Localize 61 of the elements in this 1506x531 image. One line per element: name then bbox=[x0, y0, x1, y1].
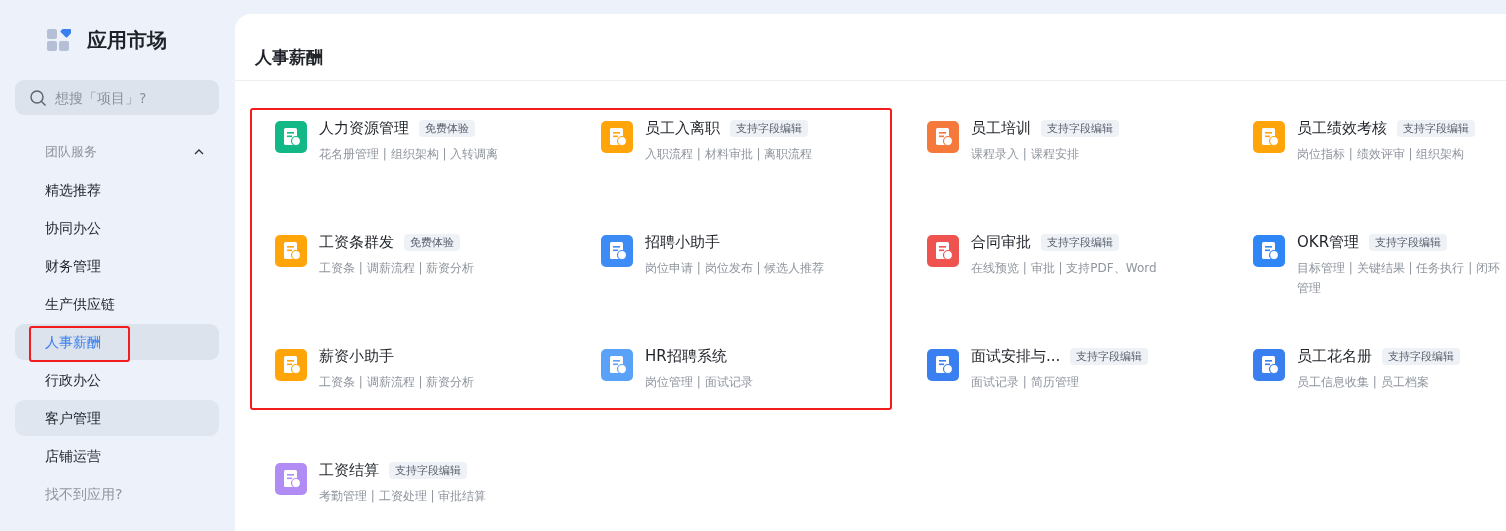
app-name[interactable]: OKR管理 bbox=[1297, 233, 1360, 252]
app-name[interactable]: 面试安排与... bbox=[971, 347, 1061, 366]
app-icon[interactable] bbox=[275, 463, 307, 495]
app-name[interactable]: 员工绩效考核 bbox=[1297, 119, 1387, 138]
app-icon[interactable] bbox=[601, 121, 633, 153]
app-description: 岗位申请 | 岗位发布 | 候选人推荐 bbox=[645, 260, 825, 277]
app-icon[interactable] bbox=[927, 349, 959, 381]
app-tag: 支持字段编辑 bbox=[1041, 120, 1119, 137]
app-description: 岗位管理 | 面试记录 bbox=[645, 374, 753, 391]
app-icon[interactable] bbox=[927, 235, 959, 267]
app-icon[interactable] bbox=[275, 349, 307, 381]
app-tag: 支持字段编辑 bbox=[1070, 348, 1149, 365]
app-tag: 支持字段编辑 bbox=[1397, 120, 1475, 137]
app-description: 入职流程 | 材料审批 | 离职流程 bbox=[645, 146, 813, 163]
app-description: 岗位指标 | 绩效评审 | 组织架构 bbox=[1297, 146, 1466, 163]
app-description: 花名册管理 | 组织架构 | 入转调离 bbox=[319, 146, 499, 163]
app-name[interactable]: 员工入离职 bbox=[645, 119, 720, 138]
section-title: 人事薪酬 bbox=[235, 14, 1506, 81]
app-name[interactable]: HR招聘系统 bbox=[645, 347, 727, 366]
app-name[interactable]: 工资条群发 bbox=[319, 233, 394, 252]
app-name[interactable]: 工资结算 bbox=[319, 461, 379, 480]
logo-icon bbox=[47, 29, 71, 51]
app-tag: 支持字段编辑 bbox=[1382, 348, 1460, 365]
app-name[interactable]: 员工培训 bbox=[971, 119, 1031, 138]
app-icon[interactable] bbox=[1253, 121, 1285, 153]
app-tag: 支持字段编辑 bbox=[1041, 234, 1119, 251]
app-icon[interactable] bbox=[1253, 349, 1285, 381]
sidebar-item[interactable]: 客户管理 bbox=[15, 400, 219, 436]
app-name[interactable]: 合同审批 bbox=[971, 233, 1031, 252]
sidebar-item[interactable]: 店铺运营 bbox=[15, 438, 219, 474]
sidebar-item[interactable]: 生产供应链 bbox=[15, 286, 219, 322]
app-name[interactable]: 人力资源管理 bbox=[319, 119, 409, 138]
sidebar-item[interactable]: 协同办公 bbox=[15, 210, 219, 246]
sidebar-item[interactable]: 精选推荐 bbox=[15, 172, 219, 208]
app-description: 工资条 | 调薪流程 | 薪资分析 bbox=[319, 374, 475, 391]
app-name[interactable]: 薪资小助手 bbox=[319, 347, 394, 366]
app-icon[interactable] bbox=[275, 235, 307, 267]
app-icon[interactable] bbox=[601, 349, 633, 381]
sidebar-item[interactable]: 行政办公 bbox=[15, 362, 219, 398]
app-name[interactable]: 员工花名册 bbox=[1297, 347, 1372, 366]
app-title: 应用市场 bbox=[87, 26, 167, 54]
app-icon[interactable] bbox=[601, 235, 633, 267]
app-description: 在线预览 | 审批 | 支持PDF、Word bbox=[971, 260, 1157, 277]
app-tag: 支持字段编辑 bbox=[1369, 234, 1448, 251]
app-tag: 支持字段编辑 bbox=[730, 120, 808, 137]
search-field[interactable]: 想搜「项目」? bbox=[15, 80, 219, 115]
app-tag: 免费体验 bbox=[419, 120, 475, 137]
app-description: 面试记录 | 简历管理 bbox=[971, 374, 1080, 391]
app-description: 目标管理 | 关键结果 | 任务执行 | 闭环管理 bbox=[1297, 260, 1501, 297]
app-description: 课程录入 | 课程安排 bbox=[971, 146, 1080, 163]
app-description: 员工信息收集 | 员工档案 bbox=[1297, 374, 1430, 391]
caret-icon bbox=[193, 148, 205, 156]
app-icon[interactable] bbox=[275, 121, 307, 153]
app-name[interactable]: 招聘小助手 bbox=[645, 233, 720, 252]
app-tag: 免费体验 bbox=[404, 234, 460, 251]
app-tag: 支持字段编辑 bbox=[389, 462, 467, 479]
app-icon[interactable] bbox=[1253, 235, 1285, 267]
app-icon[interactable] bbox=[927, 121, 959, 153]
app-description: 工资条 | 调薪流程 | 薪资分析 bbox=[319, 260, 475, 277]
app-description: 考勤管理 | 工资处理 | 审批结算 bbox=[319, 488, 487, 505]
sidebar-item[interactable]: 财务管理 bbox=[15, 248, 219, 284]
